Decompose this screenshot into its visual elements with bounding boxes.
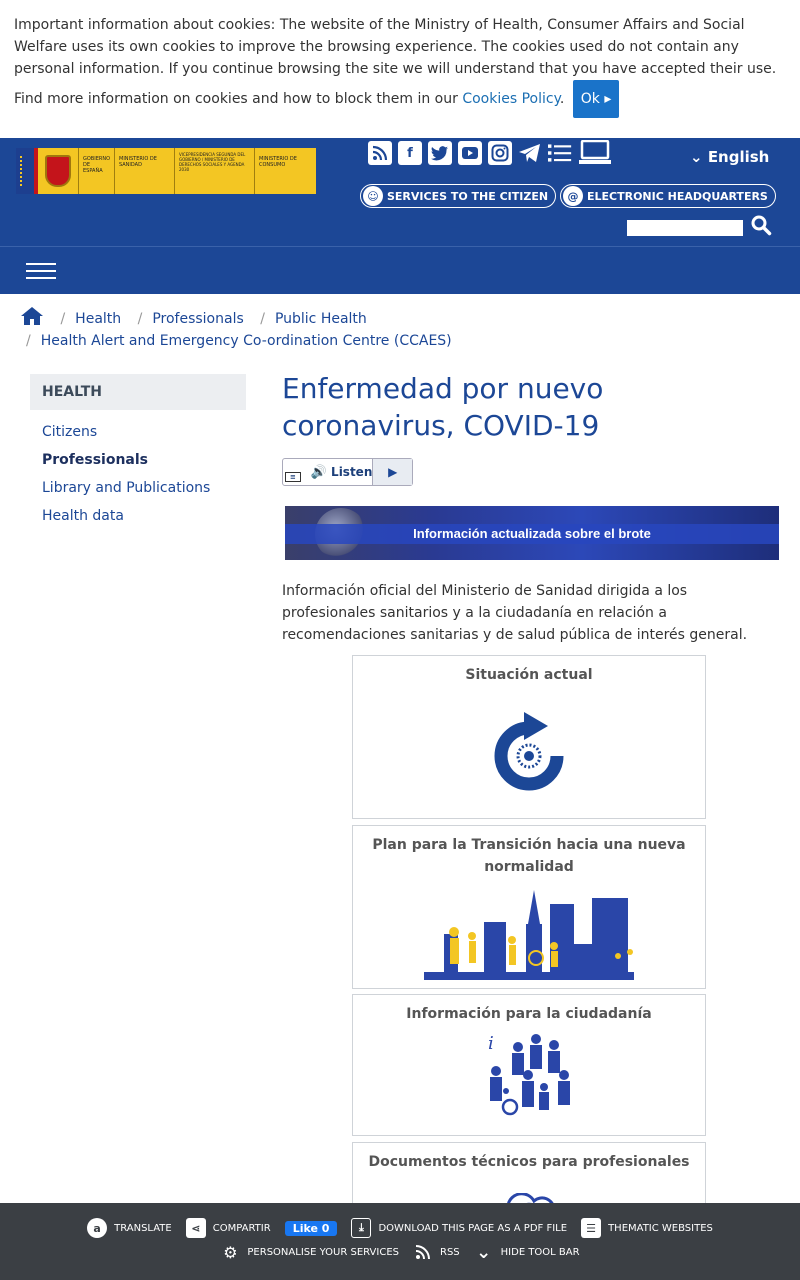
card-title: Situación actual: [465, 667, 593, 683]
thematic-label: THEMATIC WEBSITES: [608, 1222, 713, 1234]
breadcrumb-ccaes[interactable]: Health Alert and Emergency Co-ordination…: [41, 333, 452, 349]
cookie-ok-button[interactable]: Ok ▸: [572, 80, 620, 118]
refresh-virus-icon: [494, 712, 564, 791]
rss-label: RSS: [440, 1246, 460, 1258]
thematic-websites-button[interactable]: ☰ THEMATIC WEBSITES: [581, 1218, 713, 1238]
share-label: COMPARTIR: [212, 1222, 271, 1234]
logo-text-gobierno: GOBIERNO DE ESPAÑA: [78, 148, 114, 194]
instagram-icon[interactable]: [488, 141, 512, 165]
sidebar-item-professionals[interactable]: Professionals: [30, 446, 246, 474]
site-header: GOBIERNO DE ESPAÑA MINISTERIO DE SANIDAD…: [0, 138, 800, 246]
chevron-down-icon: ⌄: [476, 1241, 492, 1263]
listen-label: Listen: [331, 465, 373, 479]
city-people-icon: [424, 890, 634, 980]
share-icon: ⋖: [185, 1218, 206, 1238]
download-pdf-button[interactable]: ⤓ DOWNLOAD THIS PAGE AS A PDF FILE: [351, 1218, 567, 1238]
search-input[interactable]: [627, 220, 743, 236]
laptop-icon[interactable]: [578, 140, 612, 165]
government-logo[interactable]: GOBIERNO DE ESPAÑA MINISTERIO DE SANIDAD…: [16, 148, 316, 194]
page-title: Enfermedad por nuevo coronavirus, COVID-…: [282, 372, 604, 442]
services-label: SERVICES TO THE CITIZEN: [387, 189, 549, 203]
twitter-icon[interactable]: [428, 141, 452, 165]
electronic-headquarters-button[interactable]: @ ELECTRONIC HEADQUARTERS: [560, 184, 776, 208]
hide-label: HIDE TOOL BAR: [500, 1246, 580, 1258]
services-citizen-button[interactable]: ☺ SERVICES TO THE CITIZEN: [360, 184, 556, 208]
fb-like-label: Like 0: [284, 1220, 338, 1236]
menu-icon[interactable]: ≡: [285, 472, 301, 482]
intro-text: Información oficial del Ministerio de Sa…: [282, 583, 748, 643]
translate-button[interactable]: a TRANSLATE: [87, 1218, 172, 1238]
list-icon[interactable]: [548, 141, 572, 165]
breadcrumb-public-health[interactable]: Public Health: [275, 311, 367, 327]
sidebar-item-library[interactable]: Library and Publications: [30, 474, 246, 502]
pdf-label: DOWNLOAD THIS PAGE AS A PDF FILE: [378, 1222, 568, 1234]
at-sign-icon: @: [563, 186, 583, 206]
speaker-icon: 🔊: [310, 464, 328, 480]
coat-of-arms-icon: [38, 148, 78, 194]
svg-text:i: i: [488, 1033, 494, 1054]
people-icon: ☺: [363, 186, 383, 206]
facebook-icon[interactable]: f: [398, 141, 422, 165]
list-icon: ☰: [581, 1218, 602, 1238]
card-informacion-ciudadania[interactable]: Información para la ciudadanía i: [352, 994, 706, 1136]
play-icon[interactable]: ▶: [372, 459, 412, 485]
logo-text-sanidad: MINISTERIO DE SANIDAD: [114, 148, 174, 194]
home-icon[interactable]: [20, 307, 48, 327]
eu-flag-icon: [16, 148, 34, 194]
outbreak-banner[interactable]: Información actualizada sobre el brote: [285, 506, 779, 560]
rss-icon: [413, 1242, 433, 1262]
share-button[interactable]: ⋖ COMPARTIR: [185, 1218, 271, 1238]
bottom-toolbar: a TRANSLATE ⋖ COMPARTIR Like 0 ⤓ DOWNLOA…: [0, 1203, 800, 1280]
social-links: f: [368, 140, 612, 165]
chevron-down-icon: ⌄: [690, 148, 703, 166]
gear-icon: ⚙: [223, 1242, 238, 1262]
card-title: Plan para la Transición hacia una nueva …: [372, 837, 686, 875]
personalise-label: PERSONALISE YOUR SERVICES: [247, 1246, 399, 1258]
sidebar-item-citizens[interactable]: Citizens: [30, 418, 246, 446]
hamburger-menu-icon[interactable]: [26, 263, 56, 279]
card-plan-transicion[interactable]: Plan para la Transición hacia una nueva …: [352, 825, 706, 989]
main-content: Enfermedad por nuevo coronavirus, COVID-…: [282, 370, 782, 1262]
language-label: English: [707, 148, 770, 166]
translate-label: TRANSLATE: [114, 1222, 172, 1234]
cookie-banner: Important information about cookies: The…: [0, 0, 800, 138]
breadcrumb-health[interactable]: Health: [75, 311, 121, 327]
logo-text-derechos: VICEPRESIDENCIA SEGUNDA DEL GOBIERNO / M…: [174, 148, 254, 194]
sidebar-heading: HEALTH: [30, 374, 246, 410]
hide-toolbar-button[interactable]: ⌄ HIDE TOOL BAR: [474, 1241, 580, 1263]
sidebar-item-health-data[interactable]: Health data: [30, 502, 246, 530]
listen-button[interactable]: ≡ 🔊 Listen ▶: [282, 458, 413, 486]
translate-icon: a: [87, 1218, 108, 1238]
citizens-info-icon: i: [488, 1033, 570, 1116]
logo-text-consumo: MINISTERIO DE CONSUMO: [254, 148, 312, 194]
card-situacion-actual[interactable]: Situación actual: [352, 655, 706, 819]
card-title: Información para la ciudadanía: [406, 1006, 652, 1022]
headquarters-label: ELECTRONIC HEADQUARTERS: [587, 189, 768, 203]
main-navbar: [0, 246, 800, 294]
youtube-icon[interactable]: [458, 141, 482, 165]
pdf-icon: ⤓: [351, 1218, 372, 1238]
search-icon: [751, 215, 772, 236]
telegram-icon[interactable]: [518, 141, 542, 165]
breadcrumb-professionals[interactable]: Professionals: [152, 311, 243, 327]
sidebar: HEALTH Citizens Professionals Library an…: [30, 374, 246, 530]
search-button[interactable]: [750, 214, 776, 238]
rss-button[interactable]: RSS: [413, 1242, 460, 1262]
banner-text: Información actualizada sobre el brote: [413, 525, 651, 541]
breadcrumb: / Health / Professionals / Public Health / H…: [20, 306, 780, 352]
cookie-text: Important information about cookies: The…: [14, 17, 777, 107]
card-title: Documentos técnicos para profesionales: [368, 1154, 690, 1170]
language-selector[interactable]: ⌄ English: [690, 148, 769, 166]
cookie-policy-link[interactable]: Cookies Policy: [462, 91, 560, 107]
personalise-button[interactable]: ⚙ PERSONALISE YOUR SERVICES: [220, 1242, 399, 1262]
facebook-like-button[interactable]: Like 0: [284, 1220, 338, 1236]
rss-icon[interactable]: [368, 141, 392, 165]
